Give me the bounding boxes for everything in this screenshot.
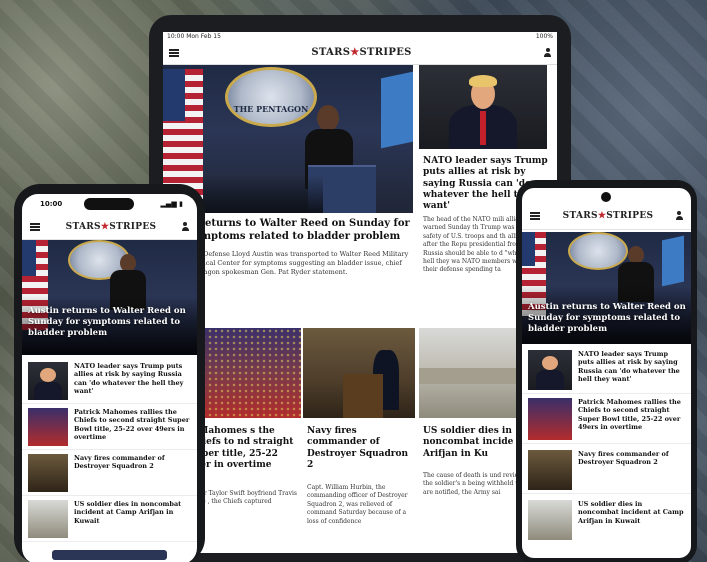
menu-icon[interactable] (30, 222, 40, 231)
tablet-status-time: 10:00 Mon Feb 15 (167, 33, 221, 40)
phone-left-hero-image[interactable]: Austin returns to Walter Reed on Sunday … (22, 240, 197, 355)
phone-right-hero-headline[interactable]: Austin returns to Walter Reed on Sunday … (528, 302, 686, 335)
phone-left-notch (84, 198, 134, 210)
hero-image[interactable]: THE PENTAGON (163, 65, 413, 213)
phone-left-screen: 10:00 ▂▄▆ ▮ STARS★STRIPES Austin returns… (22, 194, 197, 562)
list-item-headline: NATO leader says Trump puts allies at ri… (578, 350, 680, 383)
thumb-navy (528, 450, 572, 490)
pentagon-seal (568, 232, 628, 270)
card-headline-navy[interactable]: Navy fires commander of Destroyer Squadr… (307, 426, 415, 471)
us-flag-image (163, 69, 203, 199)
phone-left-list-item-3[interactable]: Navy fires commander of Destroyer Squadr… (22, 452, 197, 496)
thumb-mahomes (28, 408, 68, 446)
lectern (343, 374, 383, 418)
logo-text-right: STRIPES (359, 47, 412, 58)
list-item-headline: Navy fires commander of Destroyer Squadr… (74, 454, 165, 471)
list-item-headline: US soldier dies in noncombat incident at… (578, 500, 684, 525)
audience-shadow (203, 175, 323, 213)
seal-text: THE PENTAGON (233, 104, 309, 115)
pentagon-seal: THE PENTAGON (225, 67, 317, 127)
account-icon[interactable] (675, 211, 683, 220)
account-icon[interactable] (544, 48, 551, 57)
thumb-mahomes (528, 398, 572, 440)
thumb-trump (28, 362, 68, 400)
card-image-navy[interactable] (303, 328, 415, 418)
thumb-kuwait (528, 500, 572, 540)
speaker-head (317, 105, 339, 131)
site-logo[interactable]: STARS★STRIPES (311, 47, 411, 58)
confetti (189, 328, 301, 418)
hero-headline[interactable]: n returns to Walter Reed on Sunday for s… (189, 218, 413, 243)
list-item-headline: NATO leader says Trump puts allies at ri… (74, 362, 184, 395)
logo-text-right: STRIPES (606, 210, 654, 221)
phone-left-device: 10:00 ▂▄▆ ▮ STARS★STRIPES Austin returns… (14, 184, 205, 562)
phone-right-list-item-4[interactable]: US soldier dies in noncombat incident at… (522, 498, 691, 546)
tablet-screen: 10:00 Mon Feb 15 100% STARS★STRIPES THE … (163, 32, 557, 553)
phone-left-list-item-2[interactable]: Patrick Mahomes rallies the Chiefs to se… (22, 406, 197, 450)
phone-left-hero-headline[interactable]: Austin returns to Walter Reed on Sunday … (28, 306, 188, 339)
phone-right-device: STARS★STRIPES Austin returns to Walter R… (516, 180, 697, 562)
logo-text-left: STARS (562, 210, 598, 221)
phone-right-screen: STARS★STRIPES Austin returns to Walter R… (522, 188, 691, 558)
list-item-headline: US soldier dies in noncombat incident at… (74, 500, 182, 525)
phone-left-next-story-peek (52, 550, 167, 560)
card-headline-mahomes[interactable]: k Mahomes s the Chiefs to nd straight Su… (189, 426, 299, 471)
logo-text-left: STARS (311, 47, 351, 58)
phone-right-camera (601, 192, 611, 202)
phone-left-time: 10:00 (40, 200, 63, 208)
phone-right-list-item-3[interactable]: Navy fires commander of Destroyer Squadr… (522, 448, 691, 494)
thumb-kuwait (28, 500, 68, 538)
phone-left-signal-icon: ▂▄▆ ▮ (160, 200, 183, 208)
phone-right-list-item-2[interactable]: Patrick Mahomes rallies the Chiefs to se… (522, 396, 691, 444)
phone-right-hero-image[interactable]: Austin returns to Walter Reed on Sunday … (522, 232, 691, 344)
phone-left-header: STARS★STRIPES (22, 214, 197, 240)
logo-star-icon: ★ (597, 210, 607, 221)
logo-star-icon: ★ (350, 47, 360, 58)
phone-left-list-item-4[interactable]: US soldier dies in noncombat incident at… (22, 498, 197, 542)
thumb-trump (528, 350, 572, 390)
site-logo[interactable]: STARS★STRIPES (66, 222, 157, 232)
card-image-mahomes[interactable] (189, 328, 301, 418)
tablet-battery: 100% (535, 33, 553, 40)
phone-right-header: STARS★STRIPES (522, 202, 691, 230)
figure-tie (480, 111, 486, 145)
thumb-navy (28, 454, 68, 492)
phone-left-list-item-1[interactable]: NATO leader says Trump puts allies at ri… (22, 360, 197, 404)
menu-icon[interactable] (530, 211, 540, 220)
list-item-headline: Patrick Mahomes rallies the Chiefs to se… (578, 398, 681, 431)
card-summary-mahomes: p star Taylor Swift boyfriend Travis Kel… (189, 490, 297, 506)
dod-flag-image (662, 235, 684, 287)
tablet-header: STARS★STRIPES (163, 41, 557, 65)
account-icon[interactable] (181, 222, 189, 231)
tablet-device: 10:00 Mon Feb 15 100% STARS★STRIPES THE … (149, 15, 571, 562)
menu-icon[interactable] (169, 48, 179, 57)
hero-summary: y of Defense Lloyd Austin was transporte… (189, 250, 409, 276)
logo-star-icon: ★ (100, 221, 110, 232)
tablet-status-bar: 10:00 Mon Feb 15 100% (163, 32, 557, 41)
card-summary-navy: Capt. William Hurbin, the commanding off… (307, 484, 408, 525)
logo-text-left: STARS (65, 221, 101, 232)
figure-hair (469, 75, 497, 87)
logo-text-right: STRIPES (109, 221, 157, 232)
site-logo[interactable]: STARS★STRIPES (563, 211, 654, 221)
side-story-image[interactable] (419, 65, 547, 149)
list-item-headline: Patrick Mahomes rallies the Chiefs to se… (74, 408, 190, 441)
phone-right-list-item-1[interactable]: NATO leader says Trump puts allies at ri… (522, 348, 691, 394)
dod-flag-image (381, 71, 413, 149)
list-item-headline: Navy fires commander of Destroyer Squadr… (578, 450, 669, 467)
